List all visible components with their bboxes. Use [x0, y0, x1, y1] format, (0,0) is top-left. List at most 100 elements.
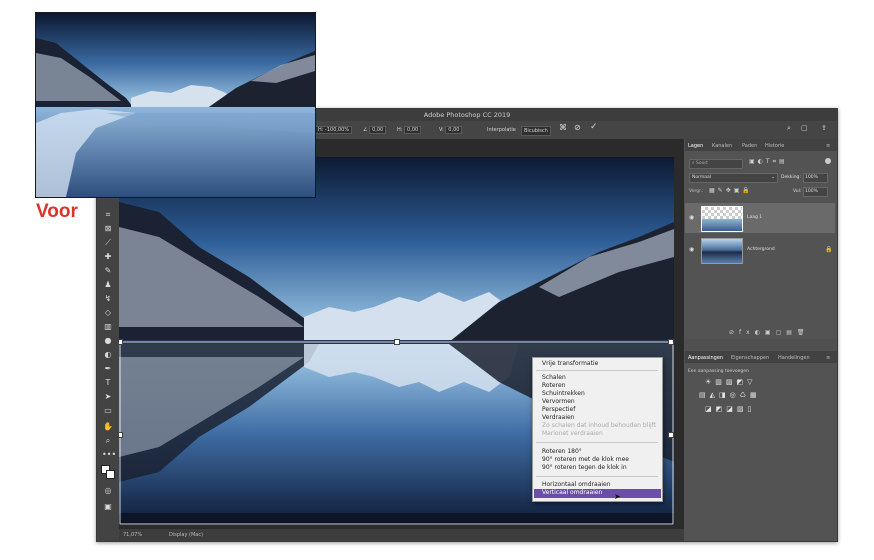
h-skew-field[interactable]: H: 0,00 — [397, 126, 422, 134]
layer-name[interactable]: Achtergrond — [747, 247, 775, 252]
layer-name[interactable]: Laag 1 — [747, 215, 762, 220]
blend-mode-select[interactable]: Normaal ⌄ — [689, 173, 778, 183]
history-brush-icon[interactable]: ↯ — [102, 293, 114, 305]
search-icon: ⌕ — [692, 161, 695, 166]
menu-item-flip-vertical[interactable]: Verticaal omdraaien — [542, 489, 602, 497]
blur-tool-icon[interactable]: ● — [102, 335, 114, 347]
menu-separator — [536, 476, 658, 477]
search-icon[interactable]: ⌕ — [787, 124, 791, 132]
transform-handle[interactable] — [668, 432, 674, 438]
eyedropper-tool-icon[interactable]: ⟋ — [102, 237, 114, 249]
layer-row-achtergrond[interactable]: ◉ Achtergrond 🔒 — [685, 235, 835, 265]
layers-panel-tabs — [685, 139, 837, 151]
fill-label: Vul: — [793, 189, 802, 194]
menu-item-free-transform[interactable]: Vrije transformatie — [542, 360, 598, 368]
hand-tool-icon[interactable]: ✋ — [102, 421, 114, 433]
panel-menu-icon[interactable]: ≡ — [826, 355, 830, 361]
transform-context-menu: Vrije transformatie Schalen Roteren Schu… — [532, 357, 663, 502]
warp-icon[interactable]: ⌘ — [559, 124, 567, 132]
lock-label: Vergr.: — [689, 189, 704, 194]
angle-icon: ∠ — [363, 127, 368, 133]
transform-handle[interactable] — [394, 339, 400, 345]
right-panels: Lagen Kanalen Paden Historie ≡ ⌕ Soort ▣… — [685, 139, 837, 541]
before-image — [35, 12, 316, 198]
chevron-down-icon: ⌄ — [771, 175, 775, 180]
tab-layers[interactable]: Lagen — [688, 143, 703, 149]
gradient-tool-icon[interactable]: ▥ — [102, 321, 114, 333]
menu-item-rotate-90-ccw[interactable]: 90° roteren tegen de klok in — [542, 464, 627, 472]
visibility-eye-icon[interactable]: ◉ — [689, 246, 694, 253]
stamp-tool-icon[interactable]: ♟ — [102, 279, 114, 291]
menu-separator — [536, 370, 658, 371]
commit-icon[interactable]: ✓ — [590, 123, 598, 132]
layer-row-laag-1[interactable]: ◉ Laag 1 — [685, 203, 835, 233]
menu-item-skew[interactable]: Schuintrekken — [542, 390, 585, 398]
pen-tool-icon[interactable]: ✒ — [102, 363, 114, 375]
fill-field[interactable]: 100% — [803, 187, 828, 197]
rectangle-tool-icon[interactable]: ▭ — [102, 405, 114, 417]
more-tools-icon[interactable]: ••• — [102, 449, 116, 461]
layer-footer-icons[interactable]: ⊘fx◐▣▢▤🗑 — [729, 329, 810, 336]
share-icon[interactable]: ⇪ — [821, 124, 827, 132]
layer-filter-icons[interactable]: ▣◐T⌗▤ — [749, 158, 788, 166]
panel-menu-icon[interactable]: ≡ — [826, 143, 830, 149]
menu-item-rotate[interactable]: Roteren — [542, 382, 565, 390]
h-scale-field[interactable]: H: -100,00% — [315, 126, 353, 134]
tab-history[interactable]: Historie — [765, 143, 784, 149]
brush-tool-icon[interactable]: ✎ — [102, 265, 114, 277]
crop-tool-icon[interactable]: ⌗ — [102, 209, 114, 221]
document-info[interactable]: Display (Mac) — [169, 529, 203, 541]
tab-paths[interactable]: Paden — [742, 143, 757, 149]
quick-mask-icon[interactable]: ◎ — [102, 485, 114, 497]
tab-actions[interactable]: Handelingen — [778, 355, 810, 361]
mouse-pointer-icon: ➤ — [614, 492, 621, 501]
opacity-label: Dekking: — [781, 175, 801, 180]
eraser-tool-icon[interactable]: ◇ — [102, 307, 114, 319]
menu-item-perspective[interactable]: Perspectief — [542, 406, 575, 414]
transform-handle[interactable] — [119, 339, 123, 345]
layers-panel: Lagen Kanalen Paden Historie ≡ ⌕ Soort ▣… — [685, 139, 837, 339]
transform-handle[interactable] — [119, 432, 123, 438]
menu-item-puppet-warp: Marionet verdraaien — [542, 430, 603, 437]
status-bar: 71,07% Display (Mac) — [119, 529, 684, 541]
tab-channels[interactable]: Kanalen — [712, 143, 732, 149]
layer-filter-field[interactable]: ⌕ Soort — [689, 159, 743, 169]
filter-toggle[interactable] — [825, 158, 831, 164]
dodge-tool-icon[interactable]: ◐ — [102, 349, 114, 361]
screen-mode-icon[interactable]: ▣ — [102, 501, 114, 513]
menu-item-rotate-180[interactable]: Roteren 180° — [542, 448, 582, 456]
layer-thumbnail — [701, 238, 743, 264]
adjustment-icons-row-3[interactable]: ◪◩◪▨▯ — [705, 405, 755, 413]
type-tool-icon[interactable]: T — [102, 377, 114, 389]
zoom-tool-icon[interactable]: ⌕ — [102, 435, 114, 447]
lock-icon: 🔒 — [825, 246, 833, 253]
healing-tool-icon[interactable]: ✚ — [102, 251, 114, 263]
menu-item-content-aware-scale: Zo schalen dat inhoud behouden blijft — [542, 422, 657, 429]
menu-item-scale[interactable]: Schalen — [542, 374, 566, 382]
menu-item-warp[interactable]: Verdraaien — [542, 414, 574, 422]
interpolation-select[interactable]: Bicubisch — [521, 126, 551, 136]
v-skew-field[interactable]: V: 0,00 — [439, 126, 463, 134]
frame-tool-icon[interactable]: ⊠ — [102, 223, 114, 235]
rotation-field[interactable]: ∠ 0,00 — [363, 126, 387, 134]
menu-item-rotate-90-cw[interactable]: 90° roteren met de klok mee — [542, 456, 629, 464]
workspace-icon[interactable]: ▢ — [801, 124, 808, 132]
opacity-field[interactable]: 100% — [803, 173, 828, 183]
tab-properties[interactable]: Eigenschappen — [731, 355, 769, 361]
menu-item-flip-horizontal[interactable]: Horizontaal omdraaien — [542, 481, 611, 489]
tab-adjustments[interactable]: Aanpassingen — [688, 355, 723, 361]
before-photo — [36, 13, 315, 197]
transform-handle[interactable] — [668, 339, 674, 345]
tools-panel: ⌗ ⊠ ⟋ ✚ ✎ ♟ ↯ ◇ ▥ ● ◐ ✒ T ➤ ▭ ✋ ⌕ ••• ◎ … — [97, 139, 119, 541]
cancel-icon[interactable]: ⊘ — [574, 124, 581, 132]
visibility-eye-icon[interactable]: ◉ — [689, 214, 694, 221]
adjustment-icons-row-1[interactable]: ☀▥▨◩▽ — [705, 378, 757, 386]
lock-icons[interactable]: ▦✎✥▣🔒 — [709, 187, 753, 194]
path-select-icon[interactable]: ➤ — [102, 391, 114, 403]
interpolation-label: Interpolatie — [487, 127, 516, 133]
background-color-swatch[interactable] — [106, 470, 115, 479]
zoom-level[interactable]: 71,07% — [123, 529, 142, 541]
adjustment-icons-row-2[interactable]: ▤◭◨◎♺▦ — [699, 391, 761, 399]
adjustments-hint: Een aanpassing toevoegen — [688, 369, 749, 374]
menu-item-distort[interactable]: Vervormen — [542, 398, 575, 406]
